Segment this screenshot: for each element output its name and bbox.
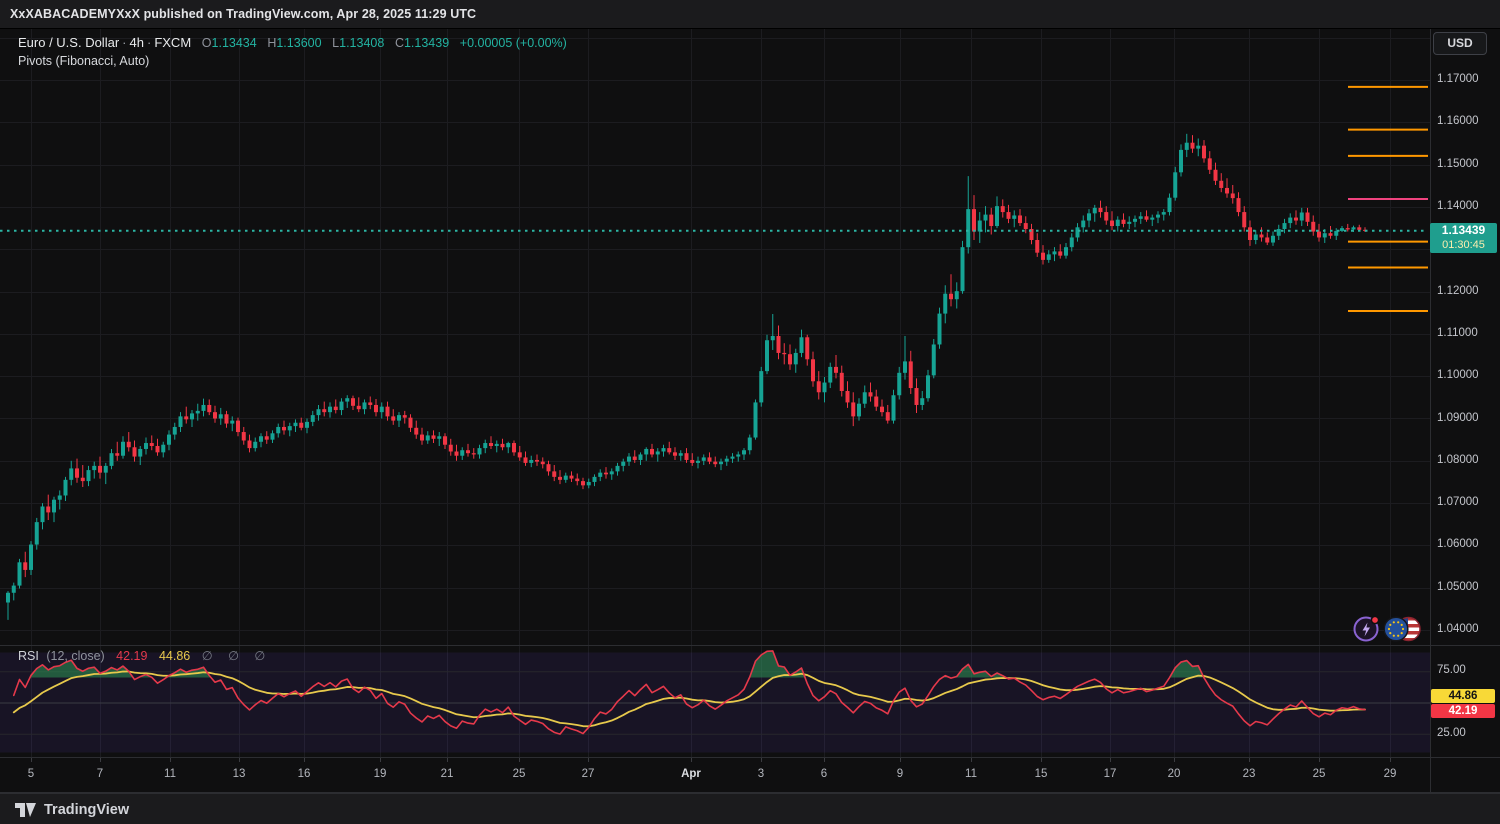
time-axis-label: 11: [164, 768, 176, 780]
time-axis-label: 3: [758, 768, 764, 780]
price-axis-label: 1.06000: [1437, 538, 1479, 550]
tradingview-wordmark[interactable]: TradingView: [44, 802, 129, 818]
price-axis-label: 1.15000: [1437, 158, 1479, 170]
chart-canvas[interactable]: [0, 0, 1500, 824]
rsi-indicator-legend[interactable]: RSI (12, close) 42.19 44.86 ∅ ∅ ∅: [18, 648, 271, 663]
rsi-params: (12, close): [46, 649, 104, 663]
time-axis-label: 23: [1243, 768, 1256, 780]
price-axis-label: 1.17000: [1437, 73, 1479, 85]
price-axis-label: 1.05000: [1437, 581, 1479, 593]
eurusd-pair-flags-icon[interactable]: [1384, 613, 1422, 648]
time-axis-label: 25: [1313, 768, 1326, 780]
time-axis-label: 15: [1035, 768, 1048, 780]
time-axis-label: 9: [897, 768, 903, 780]
time-axis[interactable]: 5 7 11 13 16 19 21 25 27 Apr 3 6 9 11 15 17 20 23 25 29: [0, 758, 1430, 793]
price-axis-label: 1.08000: [1437, 454, 1479, 466]
time-axis-label: 13: [233, 768, 246, 780]
time-axis-label: Apr: [681, 768, 701, 780]
tradingview-logo-icon[interactable]: [14, 803, 36, 817]
price-axis-label: 1.10000: [1437, 369, 1479, 381]
price-axis-label: 1.09000: [1437, 412, 1479, 424]
time-axis-label: 25: [513, 768, 526, 780]
time-axis-label: 7: [97, 768, 103, 780]
tradingview-published-chart: XxXABACADEMYXxX published on TradingView…: [0, 0, 1500, 824]
high-value: 1.13600: [276, 36, 321, 50]
bar-countdown: 01:30:45: [1430, 238, 1497, 252]
time-axis-label: 27: [582, 768, 595, 780]
rsi-ma-badge: 44.86: [1431, 689, 1495, 703]
rsi-title: RSI: [18, 649, 39, 663]
price-axis-label: 1.12000: [1437, 285, 1479, 297]
low-value: 1.13408: [339, 36, 384, 50]
close-label: C: [395, 36, 404, 50]
price-axis-label: 1.04000: [1437, 623, 1479, 635]
open-value: 1.13434: [212, 36, 257, 50]
time-axis-label: 17: [1104, 768, 1117, 780]
rsi-axis-label: 75.00: [1437, 664, 1466, 676]
currency-unit-button[interactable]: USD: [1433, 32, 1487, 55]
exchange-label: FXCM: [154, 35, 191, 50]
last-price-badge: 1.13439 01:30:45: [1430, 223, 1497, 253]
pivots-indicator-legend[interactable]: Pivots (Fibonacci, Auto): [18, 54, 149, 68]
time-axis-label: 6: [821, 768, 827, 780]
price-axis-label: 1.16000: [1437, 115, 1479, 127]
price-axis-label: 1.14000: [1437, 200, 1479, 212]
close-value: 1.13439: [404, 36, 449, 50]
attribution-bar: XxXABACADEMYXxX published on TradingView…: [0, 0, 1500, 29]
symbol-legend: Euro / U.S. Dollar·4h·FXCM O1.13434 H1.1…: [18, 35, 567, 50]
brand-footer: TradingView: [0, 793, 1500, 824]
rsi-empty-values: ∅ ∅ ∅: [202, 649, 272, 663]
change-value: +0.00005 (+0.00%): [460, 36, 567, 50]
time-axis-label: 11: [965, 768, 977, 780]
open-label: O: [202, 36, 212, 50]
price-axis[interactable]: 1.17000 1.16000 1.15000 1.14000 1.12000 1.110…: [1431, 28, 1500, 793]
rsi-value-badge: 42.19: [1431, 704, 1495, 718]
time-axis-label: 20: [1168, 768, 1181, 780]
time-axis-label: 5: [28, 768, 34, 780]
time-axis-label: 21: [441, 768, 454, 780]
rsi-value: 42.19: [116, 649, 147, 663]
price-axis-label: 1.11000: [1437, 327, 1478, 339]
time-axis-label: 19: [374, 768, 387, 780]
rsi-axis-label: 25.00: [1437, 727, 1466, 739]
last-price-value: 1.13439: [1430, 223, 1497, 238]
attribution-text: XxXABACADEMYXxX published on TradingView…: [10, 7, 476, 21]
interval-label[interactable]: 4h: [130, 35, 144, 50]
time-axis-label: 16: [298, 768, 311, 780]
high-label: H: [267, 36, 276, 50]
price-axis-label: 1.07000: [1437, 496, 1479, 508]
time-axis-label: 29: [1384, 768, 1397, 780]
rsi-ma-value: 44.86: [159, 649, 190, 663]
symbol-title[interactable]: Euro / U.S. Dollar: [18, 35, 119, 50]
economic-events-icon[interactable]: [1352, 613, 1382, 648]
